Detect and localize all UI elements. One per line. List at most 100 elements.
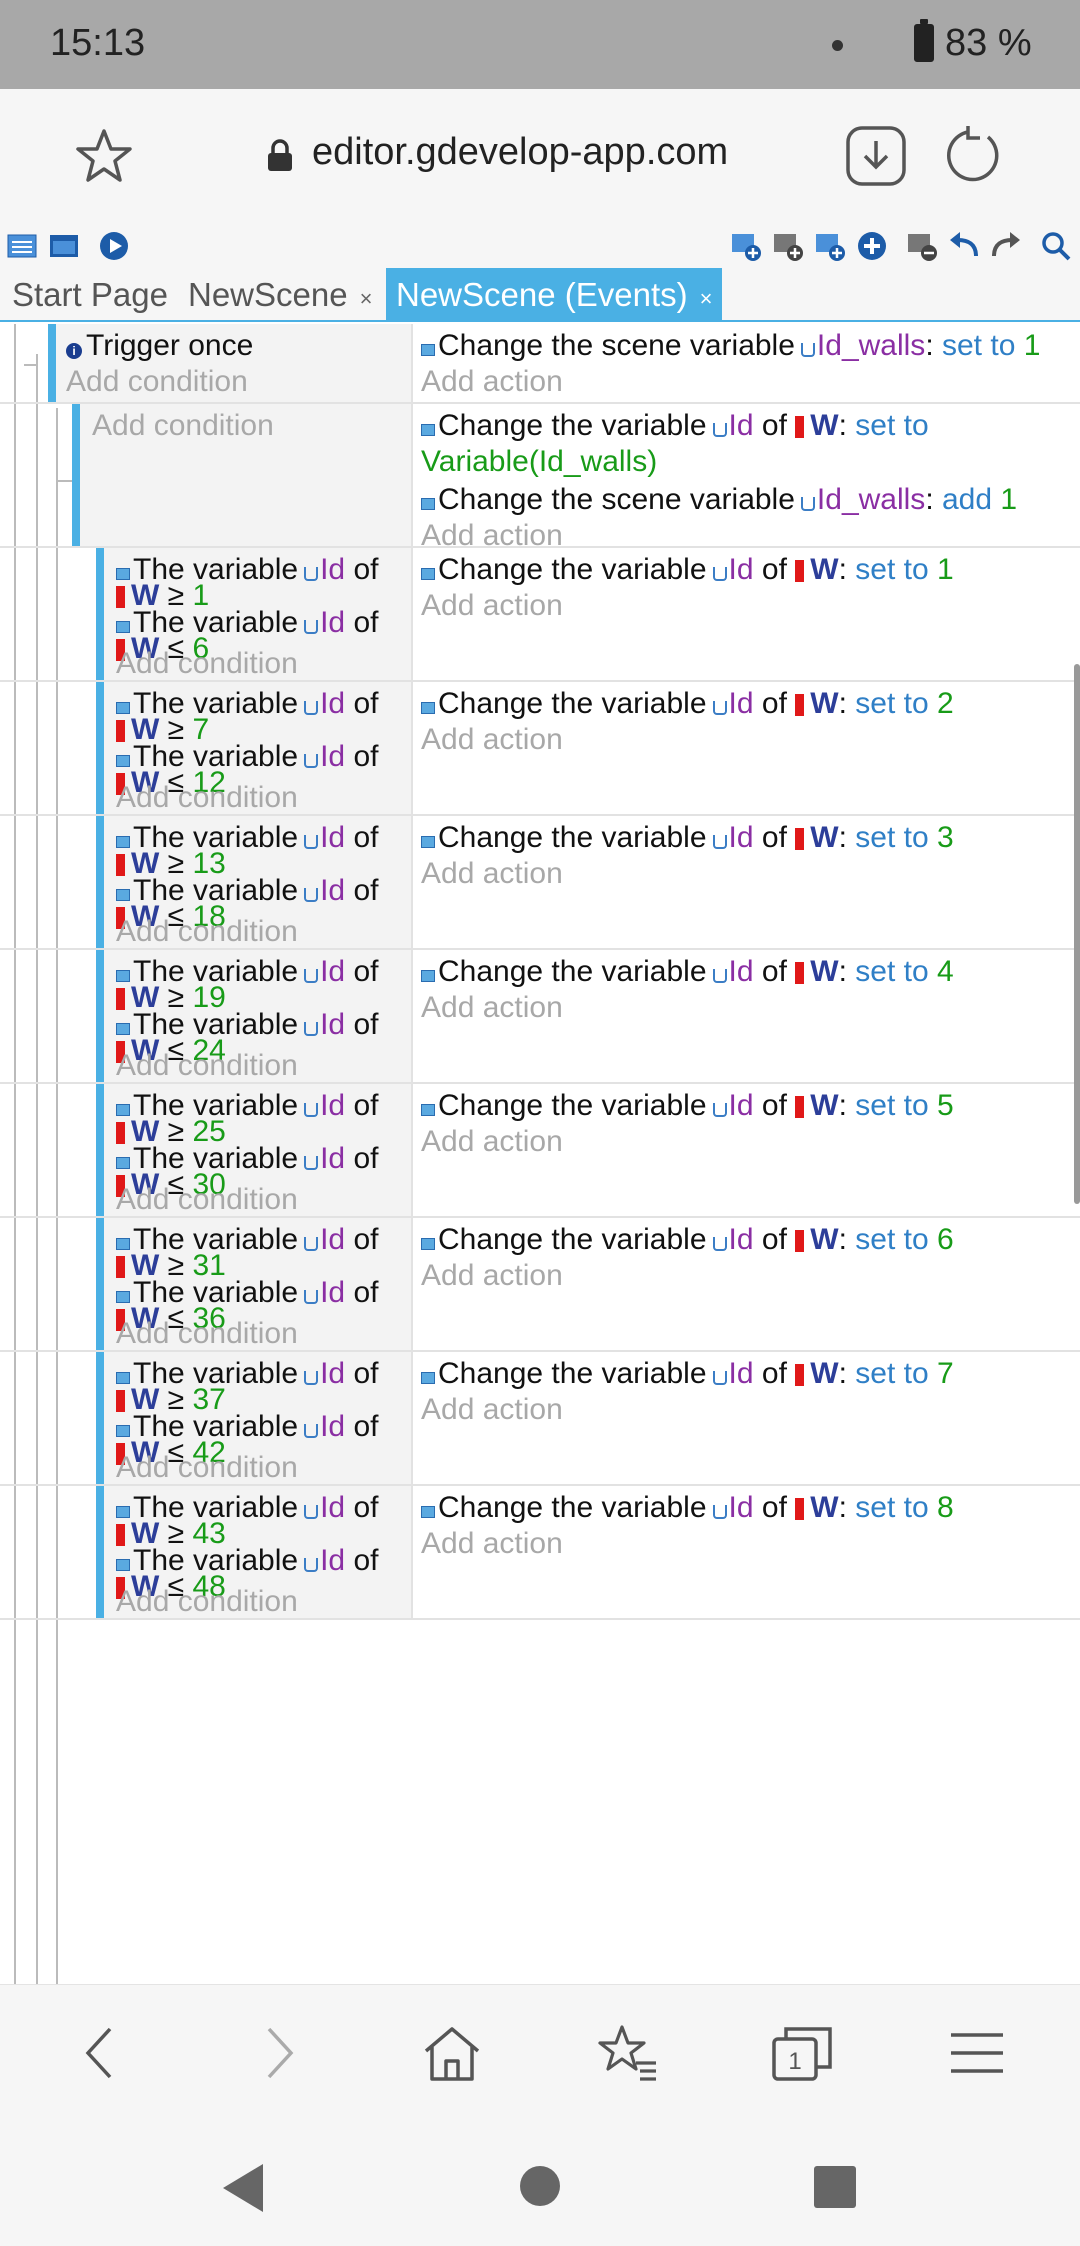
add-action[interactable]: Add action [421, 722, 563, 758]
add-condition[interactable]: Add condition [116, 646, 298, 682]
action-change-variable[interactable]: Change the variable Id of W: set to 5 [421, 1088, 954, 1124]
separator: : [838, 1357, 847, 1390]
add-condition[interactable]: Add condition [66, 364, 248, 400]
variable-name: Id [320, 606, 346, 639]
add-event-icon[interactable] [730, 230, 762, 262]
event-range[interactable]: The variable Id of W ≥ 25 The variable Id of… [0, 1084, 1080, 1218]
event-handle[interactable] [48, 324, 56, 402]
of-text: of [353, 955, 379, 988]
add-action[interactable]: Add action [421, 364, 563, 400]
action-change-scene-variable[interactable]: Change the scene variable Id_walls: add 1 [421, 482, 1017, 518]
event-handle[interactable] [96, 950, 104, 1082]
event-handle[interactable] [96, 1084, 104, 1216]
tab-start-page[interactable]: Start Page [12, 268, 168, 322]
object-name: W [810, 687, 839, 720]
variable-name: Id [320, 1223, 346, 1256]
tab-close-icon[interactable]: × [360, 286, 373, 311]
add-condition[interactable]: Add condition [116, 1584, 298, 1620]
add-comment-icon[interactable] [814, 230, 846, 262]
event-handle[interactable] [96, 816, 104, 948]
url-text[interactable]: editor.gdevelop-app.com [312, 131, 728, 174]
action-change-variable[interactable]: Change the variable Id of W: set to [421, 408, 929, 444]
add-other-icon[interactable] [856, 230, 888, 262]
conditions-column: The variable Id of W ≥ 43 The variable Id of… [104, 1486, 413, 1618]
event-handle[interactable] [72, 404, 80, 546]
event-range[interactable]: The variable Id of W ≥ 31 The variable Id of… [0, 1218, 1080, 1352]
action-change-variable[interactable]: Change the variable Id of W: set to 7 [421, 1356, 954, 1392]
event-trigger-once[interactable]: i Trigger once Add condition Change the s… [0, 324, 1080, 404]
add-condition[interactable]: Add condition [116, 780, 298, 816]
home-icon[interactable] [420, 2021, 484, 2085]
tab-newscene[interactable]: NewScene × [188, 268, 372, 322]
event-handle[interactable] [96, 682, 104, 814]
object-variable-icon [304, 1237, 319, 1251]
variable-name: Id [320, 687, 346, 720]
variable-name: Id [728, 1357, 754, 1390]
svg-text:1: 1 [788, 2048, 801, 2075]
event-handle[interactable] [96, 1486, 104, 1618]
system-recents-icon[interactable] [814, 2166, 856, 2208]
system-back-icon[interactable] [223, 2164, 263, 2212]
variable-name: Id [728, 1089, 754, 1122]
event-range[interactable]: The variable Id of W ≥ 7 The variable Id of W… [0, 682, 1080, 816]
preview-play-icon[interactable] [98, 230, 130, 262]
operator: add [942, 483, 993, 516]
event-handle[interactable] [96, 1218, 104, 1350]
event-range[interactable]: The variable Id of W ≥ 13 The variable Id of… [0, 816, 1080, 950]
add-action[interactable]: Add action [421, 856, 563, 892]
add-condition[interactable]: Add condition [116, 1316, 298, 1352]
add-action[interactable]: Add action [421, 990, 563, 1026]
event-handle[interactable] [96, 1352, 104, 1484]
action-change-variable[interactable]: Change the variable Id of W: set to 1 [421, 552, 954, 588]
action-change-variable[interactable]: Change the variable Id of W: set to 4 [421, 954, 954, 990]
events-scrollbar[interactable] [1074, 664, 1080, 1204]
object-variable-icon [304, 1290, 319, 1304]
bookmarks-list-icon[interactable] [596, 2021, 660, 2085]
download-icon[interactable] [845, 125, 907, 187]
reload-icon[interactable] [944, 123, 1008, 187]
variable-name: Id [320, 955, 346, 988]
action-change-variable[interactable]: Change the variable Id of W: set to 6 [421, 1222, 954, 1258]
of-text: of [353, 1089, 379, 1122]
add-condition[interactable]: Add condition [116, 1450, 298, 1486]
redo-icon[interactable] [990, 230, 1022, 262]
add-condition[interactable]: Add condition [92, 408, 274, 444]
add-action[interactable]: Add action [421, 1124, 563, 1160]
add-condition[interactable]: Add condition [116, 1182, 298, 1218]
menu-icon[interactable] [945, 2021, 1009, 2085]
action-change-variable[interactable]: Change the variable Id of W: set to 8 [421, 1490, 954, 1526]
tab-close-icon[interactable]: × [700, 286, 713, 311]
object-w-icon [795, 416, 805, 438]
add-condition[interactable]: Add condition [116, 914, 298, 950]
scene-editor-icon[interactable] [48, 230, 80, 262]
search-icon[interactable] [1040, 230, 1072, 262]
back-arrow-icon[interactable] [70, 2021, 134, 2085]
project-manager-icon[interactable] [6, 230, 38, 262]
add-action[interactable]: Add action [421, 1258, 563, 1294]
system-home-icon[interactable] [520, 2166, 560, 2206]
delete-event-icon[interactable] [906, 230, 938, 262]
event-range[interactable]: The variable Id of W ≥ 43 The variable Id of… [0, 1486, 1080, 1620]
add-action[interactable]: Add action [421, 1392, 563, 1428]
tab-newscene-events[interactable]: NewScene (Events) × [386, 268, 723, 322]
of-text: of [353, 1008, 379, 1041]
add-condition[interactable]: Add condition [116, 1048, 298, 1084]
add-subevent-icon[interactable] [772, 230, 804, 262]
variable-name: Id [320, 1142, 346, 1175]
event-set-id[interactable]: Add condition Change the variable Id of W… [0, 404, 1080, 552]
condition-trigger-once[interactable]: i Trigger once [66, 328, 253, 364]
event-range[interactable]: The variable Id of W ≥ 19 The variable Id of… [0, 950, 1080, 1084]
event-range[interactable]: The variable Id of W ≥ 37 The variable Id of… [0, 1352, 1080, 1486]
tabs-icon[interactable]: 1 [770, 2021, 834, 2085]
event-handle[interactable] [96, 548, 104, 680]
action-change-variable[interactable]: Change the variable Id of W: set to 3 [421, 820, 954, 856]
add-action[interactable]: Add action [421, 1526, 563, 1562]
forward-arrow-icon[interactable] [245, 2021, 309, 2085]
action-change-scene-variable[interactable]: Change the scene variable Id_walls: set t… [421, 328, 1040, 364]
action-change-variable[interactable]: Change the variable Id of W: set to 2 [421, 686, 954, 722]
add-action[interactable]: Add action [421, 588, 563, 624]
action-text: Change the variable [438, 409, 707, 442]
bookmark-star-icon[interactable] [72, 125, 136, 189]
undo-icon[interactable] [948, 230, 980, 262]
event-range[interactable]: The variable Id of W ≥ 1 The variable Id of W… [0, 548, 1080, 682]
